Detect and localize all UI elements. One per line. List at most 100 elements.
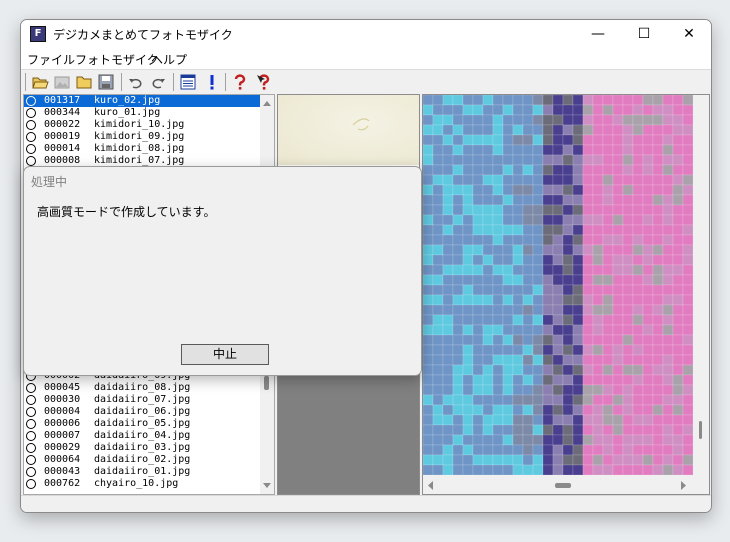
menu-file[interactable]: ファイル bbox=[27, 51, 75, 68]
list-item[interactable]: 000007 daidaiiro_04.jpg bbox=[24, 430, 260, 442]
mosaic-tile bbox=[662, 384, 674, 396]
mosaic-tile bbox=[672, 394, 684, 406]
mosaic-tile bbox=[472, 384, 484, 396]
list-item[interactable]: 000006 daidaiiro_05.jpg bbox=[24, 418, 260, 430]
mosaic-tile bbox=[572, 424, 584, 436]
mosaic-tile bbox=[612, 374, 624, 386]
list-item[interactable]: 001317 kuro_02.jpg bbox=[24, 95, 274, 107]
mosaic-tile bbox=[423, 294, 434, 306]
context-help-icon[interactable] bbox=[255, 73, 273, 91]
mosaic-tile bbox=[642, 194, 654, 206]
radio-icon[interactable] bbox=[26, 144, 36, 154]
list-item[interactable]: 000022 kimidori_10.jpg bbox=[24, 119, 274, 131]
mosaic-tile bbox=[632, 324, 644, 336]
mosaic-tile bbox=[512, 434, 524, 446]
mosaic-tile bbox=[532, 314, 544, 326]
radio-icon[interactable] bbox=[26, 467, 36, 477]
scroll-up-icon[interactable] bbox=[263, 101, 271, 106]
mosaic-tile bbox=[462, 464, 474, 475]
scroll-thumb[interactable] bbox=[699, 421, 702, 439]
list-item[interactable]: 000344 kuro_01.jpg bbox=[24, 107, 274, 119]
mosaic-tile bbox=[423, 244, 434, 256]
list-item[interactable]: 000043 daidaiiro_01.jpg bbox=[24, 466, 260, 478]
mosaic-tile bbox=[672, 444, 684, 456]
list-item[interactable]: 000030 daidaiiro_07.jpg bbox=[24, 394, 260, 406]
radio-icon[interactable] bbox=[26, 120, 36, 130]
radio-icon[interactable] bbox=[26, 479, 36, 489]
radio-icon[interactable] bbox=[26, 108, 36, 118]
mosaic-tile bbox=[452, 324, 464, 336]
radio-icon[interactable] bbox=[26, 383, 36, 393]
stop-button[interactable]: 中止 bbox=[181, 344, 269, 365]
mosaic-tile bbox=[542, 394, 554, 406]
mosaic-tile bbox=[572, 274, 584, 286]
mosaic-tile bbox=[612, 274, 624, 286]
list-item[interactable]: 000004 daidaiiro_06.jpg bbox=[24, 406, 260, 418]
radio-icon[interactable] bbox=[26, 156, 36, 166]
mosaic-tile bbox=[532, 304, 544, 316]
radio-icon[interactable] bbox=[26, 407, 36, 417]
scroll-left-icon[interactable] bbox=[428, 481, 433, 490]
mosaic-tile bbox=[482, 264, 494, 276]
radio-icon[interactable] bbox=[26, 443, 36, 453]
exclamation-icon[interactable] bbox=[203, 73, 221, 91]
app-icon[interactable]: F bbox=[30, 26, 46, 42]
mosaic-tile bbox=[632, 274, 644, 286]
close-button[interactable]: ✕ bbox=[666, 20, 711, 49]
list-item[interactable]: 000064 daidaiiro_02.jpg bbox=[24, 454, 260, 466]
mosaic-tile bbox=[522, 354, 534, 366]
scroll-right-icon[interactable] bbox=[681, 481, 686, 490]
mosaic-tile bbox=[642, 234, 654, 246]
mosaic-tile bbox=[522, 194, 534, 206]
menu-photomosaic[interactable]: フォトモザイク bbox=[75, 51, 159, 68]
list-icon[interactable] bbox=[179, 73, 197, 91]
list-item[interactable]: 000014 kimidori_08.jpg bbox=[24, 143, 274, 155]
folder-icon[interactable] bbox=[75, 73, 93, 91]
radio-icon[interactable] bbox=[26, 431, 36, 441]
minimize-button[interactable]: — bbox=[575, 20, 621, 49]
mosaic-tile bbox=[512, 304, 524, 316]
radio-icon[interactable] bbox=[26, 395, 36, 405]
mosaic-tile bbox=[662, 454, 674, 466]
mosaic-tile bbox=[672, 434, 684, 446]
mosaic-tile bbox=[642, 154, 654, 166]
save-icon[interactable] bbox=[97, 73, 115, 91]
radio-icon[interactable] bbox=[26, 132, 36, 142]
mosaic-tile bbox=[602, 174, 614, 186]
list-item[interactable]: 000019 kimidori_09.jpg bbox=[24, 131, 274, 143]
mosaic-tile bbox=[592, 95, 604, 106]
radio-icon[interactable] bbox=[26, 419, 36, 429]
mosaic-tile bbox=[432, 404, 444, 416]
mosaic-hscroll[interactable] bbox=[423, 477, 709, 494]
undo-icon[interactable] bbox=[127, 73, 145, 91]
mosaic-tile bbox=[572, 114, 584, 126]
mosaic-tile bbox=[612, 184, 624, 196]
title-bar[interactable]: F デジカメまとめてフォトモザイク — ☐ ✕ bbox=[21, 20, 711, 49]
mosaic-tile bbox=[672, 404, 684, 416]
mosaic-tile bbox=[452, 454, 464, 466]
mosaic-tile bbox=[492, 334, 504, 346]
help-icon[interactable] bbox=[231, 73, 249, 91]
picture-icon[interactable] bbox=[53, 73, 71, 91]
scroll-thumb[interactable] bbox=[555, 483, 571, 488]
mosaic-tile bbox=[602, 224, 614, 236]
mosaic-tile bbox=[522, 254, 534, 266]
scroll-thumb[interactable] bbox=[264, 376, 269, 390]
open-folder-icon[interactable] bbox=[31, 73, 49, 91]
list-item[interactable]: 000762 chyairo_10.jpg bbox=[24, 478, 260, 490]
scroll-down-icon[interactable] bbox=[263, 483, 271, 488]
radio-icon[interactable] bbox=[26, 96, 36, 106]
mosaic-tile bbox=[512, 164, 524, 176]
maximize-button[interactable]: ☐ bbox=[621, 20, 667, 49]
mosaic-tile bbox=[652, 224, 664, 236]
mosaic-tile bbox=[622, 254, 634, 266]
mosaic-tile bbox=[462, 104, 474, 116]
redo-icon[interactable] bbox=[149, 73, 167, 91]
mosaic-tile bbox=[642, 304, 654, 316]
list-item[interactable]: 000029 daidaiiro_03.jpg bbox=[24, 442, 260, 454]
mosaic-vscroll[interactable] bbox=[693, 95, 709, 477]
mosaic-tile bbox=[522, 314, 534, 326]
radio-icon[interactable] bbox=[26, 455, 36, 465]
menu-help[interactable]: ヘルプ bbox=[151, 51, 187, 68]
list-item[interactable]: 000045 daidaiiro_08.jpg bbox=[24, 382, 260, 394]
